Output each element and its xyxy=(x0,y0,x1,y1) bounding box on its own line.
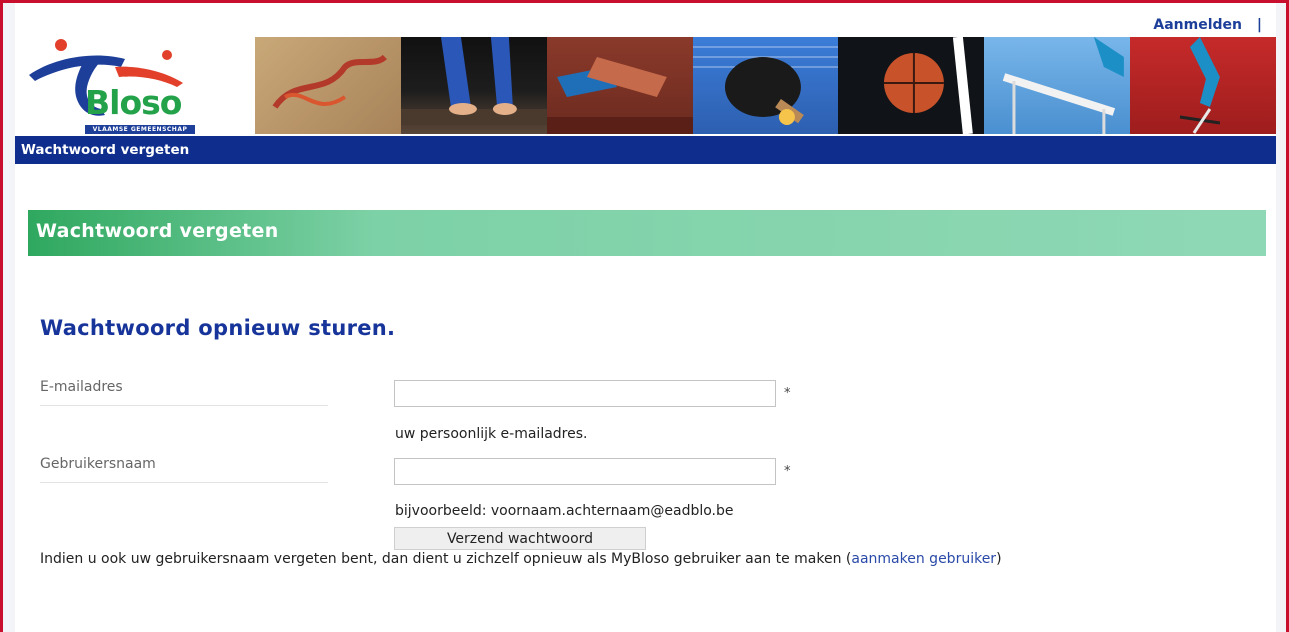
photo-hurdles xyxy=(984,37,1131,134)
email-label: E-mailadres xyxy=(40,379,328,406)
navigation-bar: Wachtwoord vergeten xyxy=(15,136,1276,164)
forgot-username-note: Indien u ook uw gebruikersnaam vergeten … xyxy=(40,551,1002,567)
top-links: Aanmelden | xyxy=(1153,17,1262,33)
login-link[interactable]: Aanmelden xyxy=(1153,17,1242,33)
photo-track-spikes xyxy=(546,37,693,134)
username-field[interactable] xyxy=(394,458,776,485)
left-margin xyxy=(3,3,15,632)
note-text: Indien u ook uw gebruikersnaam vergeten … xyxy=(40,551,852,567)
username-label: Gebruikersnaam xyxy=(40,456,328,483)
create-user-link[interactable]: aanmaken gebruiker xyxy=(851,551,996,567)
photo-rhythmic-gymnastics xyxy=(255,37,401,134)
sports-photo-banner xyxy=(255,37,1277,134)
top-links-separator: | xyxy=(1256,17,1262,33)
logo-subtitle: Vlaamse Gemeenschap xyxy=(85,125,195,134)
send-password-button[interactable]: Verzend wachtwoord xyxy=(394,527,646,550)
photo-speed-skating xyxy=(1130,37,1277,134)
photo-basketball xyxy=(838,37,985,134)
logo-wordmark: Bloso xyxy=(85,83,182,122)
photo-table-tennis xyxy=(692,37,839,134)
email-required-marker: * xyxy=(784,386,791,401)
note-text-end: ) xyxy=(996,551,1002,567)
site-header: Bloso Vlaamse Gemeenschap xyxy=(15,37,1277,137)
top-bar: Aanmelden | xyxy=(15,3,1276,37)
bloso-logo[interactable]: Bloso Vlaamse Gemeenschap xyxy=(15,37,255,137)
section-title: Wachtwoord vergeten xyxy=(36,220,279,242)
username-required-marker: * xyxy=(784,464,791,479)
form-title: Wachtwoord opnieuw sturen. xyxy=(40,316,396,340)
breadcrumb: Wachtwoord vergeten xyxy=(21,142,190,158)
username-hint: bijvoorbeeld: voornaam.achternaam@eadblo… xyxy=(395,503,734,519)
right-margin xyxy=(1276,3,1286,632)
email-hint: uw persoonlijk e-mailadres. xyxy=(395,426,588,442)
section-header: Wachtwoord vergeten xyxy=(28,210,1266,256)
photo-balance-beam xyxy=(400,37,547,134)
email-field[interactable] xyxy=(394,380,776,407)
